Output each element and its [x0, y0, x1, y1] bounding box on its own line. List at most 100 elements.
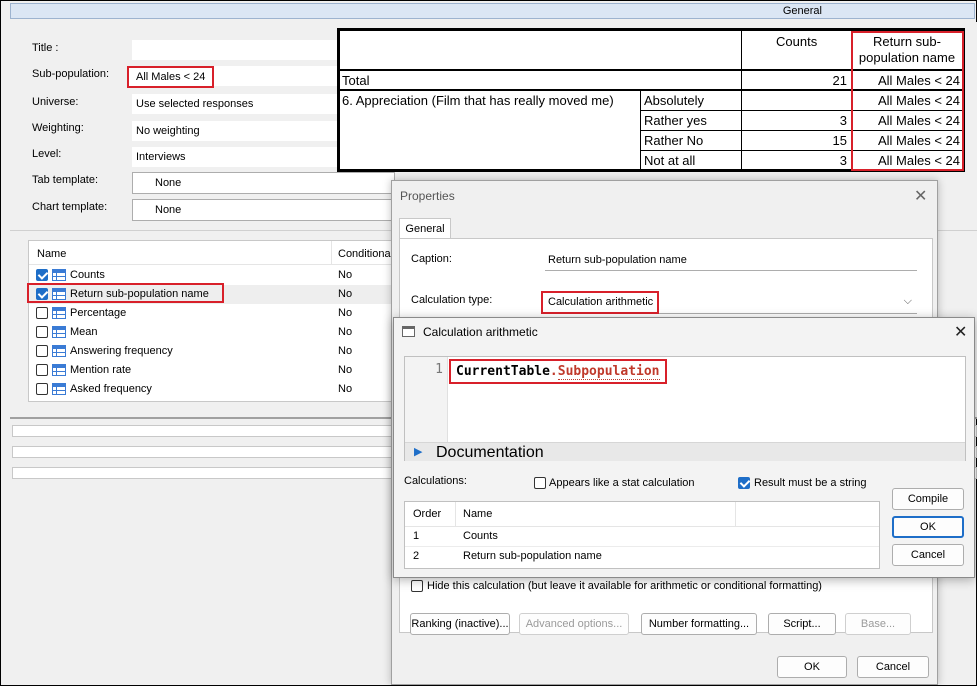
- list-item-label: Mean: [70, 326, 98, 338]
- table-icon: [52, 364, 66, 376]
- checkbox-icon[interactable]: [36, 307, 48, 319]
- advanced-options-button[interactable]: Advanced options...: [519, 613, 629, 635]
- tab-general[interactable]: General: [399, 218, 451, 239]
- result-table: Counts Return sub-population name Total …: [337, 28, 965, 172]
- column-name: Name: [463, 508, 493, 520]
- level-field[interactable]: Interviews: [132, 147, 342, 167]
- calc-arithmetic-dialog: Calculation arithmetic ✕ 1 CurrentTable.…: [393, 317, 975, 578]
- ok-button[interactable]: OK: [892, 516, 964, 538]
- order-value: 1: [413, 530, 420, 542]
- window-icon: [402, 326, 415, 337]
- universe-field[interactable]: Use selected responses: [132, 94, 342, 114]
- stat-calc-label: Appears like a stat calculation: [549, 477, 695, 489]
- list-item-conditional: No: [338, 269, 353, 281]
- list-item-label: Mention rate: [70, 364, 132, 376]
- documentation-expander[interactable]: ▶ Documentation: [405, 442, 965, 461]
- name-value: Counts: [463, 530, 498, 542]
- question-label: 6. Appreciation (Film that has really mo…: [342, 93, 614, 108]
- table-icon: [52, 383, 66, 395]
- base-button[interactable]: Base...: [845, 613, 911, 635]
- number-formatting-button[interactable]: Number formatting...: [641, 613, 757, 635]
- script-button[interactable]: Script...: [768, 613, 836, 635]
- title-field[interactable]: [132, 40, 342, 60]
- checkbox-icon[interactable]: [36, 383, 48, 395]
- properties-title: Properties: [400, 189, 455, 203]
- cancel-button[interactable]: Cancel: [892, 544, 964, 566]
- weighting-field[interactable]: No weighting: [132, 121, 342, 141]
- calc-type-label: Calculation type:: [411, 294, 493, 306]
- line-number: 1: [435, 362, 443, 377]
- row-label: Not at all: [644, 153, 696, 168]
- checkbox-icon[interactable]: [36, 326, 48, 338]
- list-item-conditional: No: [338, 288, 353, 300]
- table-grid-line: [741, 31, 742, 169]
- ok-button[interactable]: OK: [777, 656, 847, 678]
- title-label: Title :: [32, 42, 59, 54]
- column-order: Order: [413, 508, 442, 520]
- table-icon: [52, 307, 66, 319]
- calculations-order-list: Order Name 1 Counts 2 Return sub-populat…: [404, 501, 880, 569]
- checkbox-icon[interactable]: [36, 364, 48, 376]
- checkbox-icon[interactable]: [36, 269, 48, 281]
- code-editor[interactable]: 1 CurrentTable.Subpopulation ▶ Documenta…: [404, 356, 966, 461]
- list-item-label: Answering frequency: [70, 345, 173, 357]
- stat-calc-checkbox[interactable]: [534, 477, 546, 489]
- total-count: 21: [832, 73, 847, 88]
- documentation-label: Documentation: [436, 444, 544, 461]
- ranking-button[interactable]: Ranking (inactive)...: [410, 613, 510, 635]
- list-item[interactable]: 2 Return sub-population name: [405, 546, 879, 565]
- line-gutter: 1: [405, 357, 448, 442]
- chart-template-select[interactable]: None: [132, 199, 395, 221]
- code-dot: .: [549, 364, 558, 379]
- chevron-down-icon: ⌵: [903, 295, 912, 307]
- list-item-label: Counts: [70, 269, 105, 281]
- list-item[interactable]: Mention rate No: [29, 361, 412, 380]
- hide-calc-label: Hide this calculation (but leave it avai…: [427, 580, 822, 592]
- list-item-label: Asked frequency: [70, 383, 152, 395]
- subpopulation-value: All Males < 24: [127, 66, 214, 88]
- row-count: 3: [839, 113, 847, 128]
- caption-input[interactable]: Return sub-population name: [545, 251, 917, 271]
- table-icon: [52, 345, 66, 357]
- list-item-conditional: No: [338, 345, 353, 357]
- list-item[interactable]: Asked frequency No: [29, 380, 412, 399]
- cancel-button[interactable]: Cancel: [857, 656, 929, 678]
- row-label: Absolutely: [644, 93, 704, 108]
- list-item-conditional: No: [338, 307, 353, 319]
- weighting-label: Weighting:: [32, 122, 84, 134]
- general-tab-header[interactable]: General: [10, 3, 975, 19]
- caption-label: Caption:: [411, 253, 452, 265]
- row-count: 15: [832, 133, 847, 148]
- list-header: Name Conditional: [29, 241, 412, 265]
- calculations-list: Name Conditional Counts No Return sub-po…: [28, 240, 413, 402]
- column-name: Name: [37, 248, 67, 260]
- level-label: Level:: [32, 148, 62, 160]
- calc-type-value: Calculation arithmetic: [541, 291, 659, 314]
- compile-button[interactable]: Compile: [892, 488, 964, 510]
- column-separator: [455, 502, 456, 526]
- list-item[interactable]: Mean No: [29, 323, 412, 342]
- row-label: Rather yes: [644, 113, 707, 128]
- table-icon: [52, 269, 66, 281]
- triangle-right-icon: ▶: [414, 446, 423, 458]
- calc-dialog-title: Calculation arithmetic: [423, 325, 538, 339]
- universe-label: Universe:: [32, 96, 79, 108]
- close-icon[interactable]: ✕: [954, 322, 967, 342]
- order-value: 2: [413, 550, 420, 562]
- name-value: Return sub-population name: [463, 550, 602, 562]
- tab-template-select[interactable]: None: [132, 172, 395, 194]
- list-item[interactable]: 1 Counts: [405, 527, 879, 546]
- list-item-conditional: No: [338, 383, 353, 395]
- column-separator: [735, 502, 736, 526]
- list-item-conditional: No: [338, 326, 353, 338]
- chart-template-label: Chart template:: [32, 201, 108, 213]
- code-line[interactable]: CurrentTable.Subpopulation: [449, 359, 667, 384]
- hide-calc-checkbox[interactable]: [411, 580, 423, 592]
- checkbox-icon[interactable]: [36, 345, 48, 357]
- list-item[interactable]: Percentage No: [29, 304, 412, 323]
- list-item-conditional: No: [338, 364, 353, 376]
- string-result-checkbox[interactable]: [738, 477, 750, 489]
- code-property: Subpopulation: [557, 364, 660, 380]
- close-icon[interactable]: ✕: [914, 186, 927, 206]
- list-item[interactable]: Answering frequency No: [29, 342, 412, 361]
